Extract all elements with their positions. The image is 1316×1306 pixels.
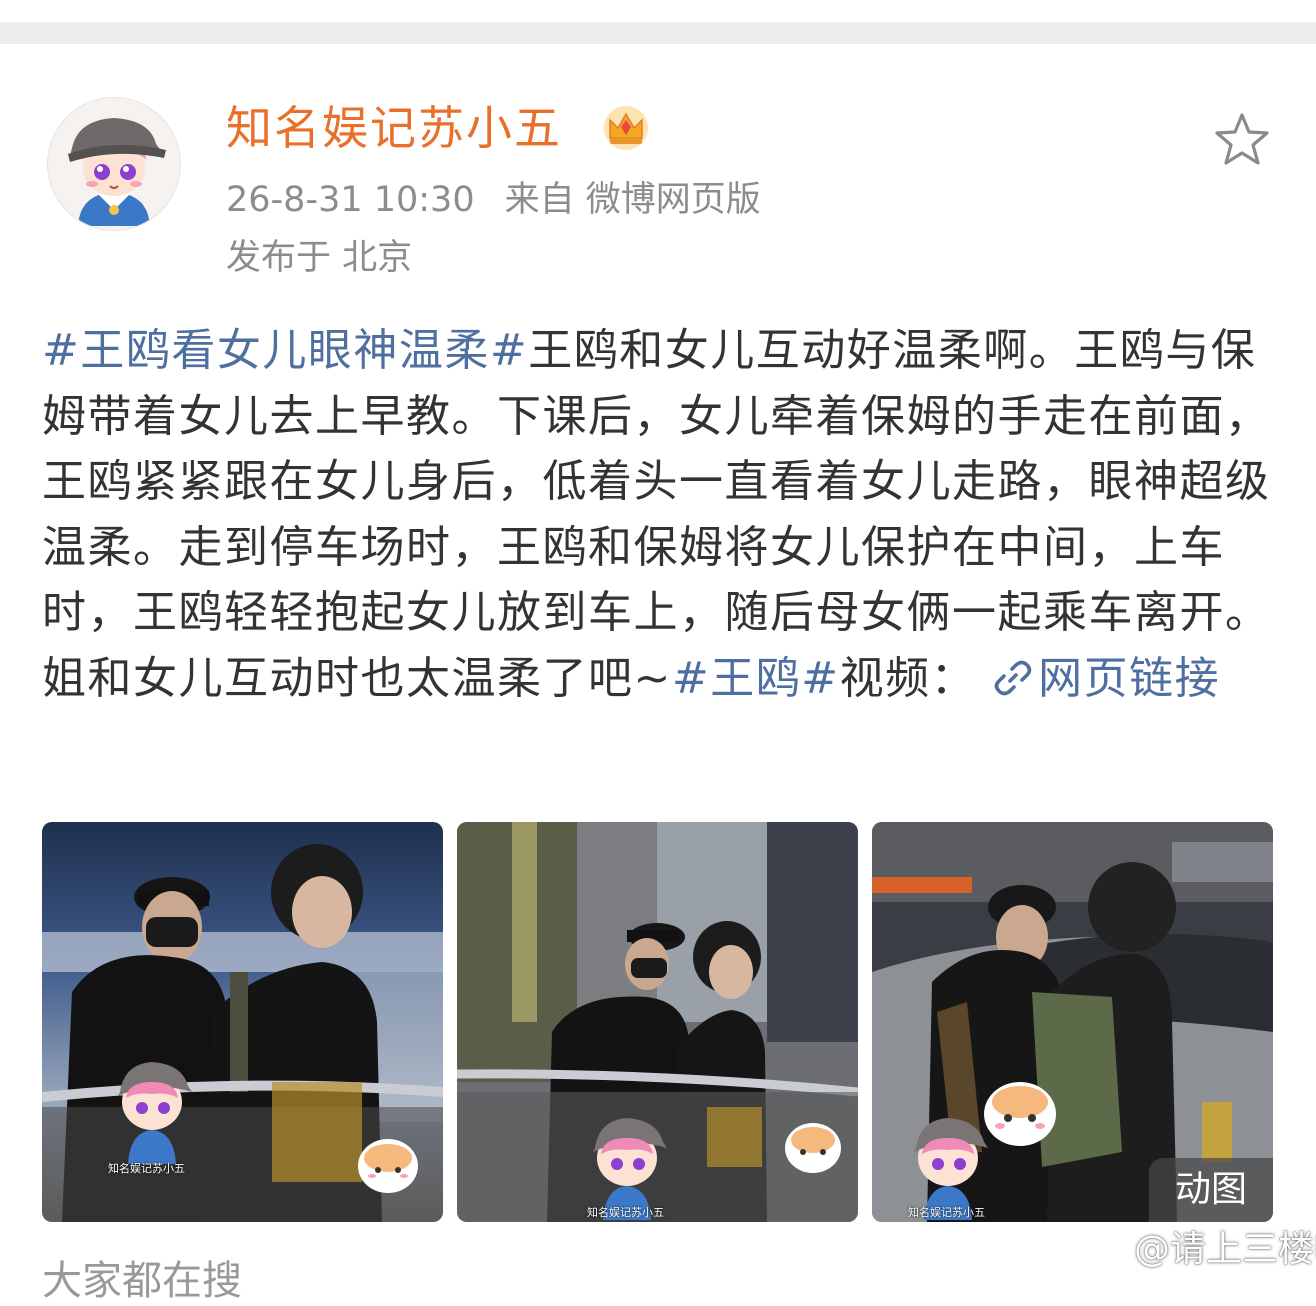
post-location: 发布于 北京	[226, 238, 413, 278]
post-body: #王鸥看女儿眼神温柔#王鸥和女儿互动好温柔啊。王鸥与保姆带着女儿去上早教。下课后…	[42, 318, 1274, 711]
photo-3-sticker-text: 知名娱记苏小五	[908, 1206, 985, 1219]
post-photo-2[interactable]: 知名娱记苏小五	[457, 822, 858, 1222]
crown-icon	[604, 106, 648, 150]
photo-1-sticker-text: 知名娱记苏小五	[108, 1162, 185, 1175]
photo-2-sticker-text: 知名娱记苏小五	[587, 1206, 664, 1219]
hashtag-wang-ou[interactable]: #王鸥#	[672, 653, 840, 704]
author-avatar[interactable]	[47, 97, 181, 231]
post-photo-1[interactable]: 知名娱记苏小五	[42, 822, 443, 1222]
star-icon[interactable]	[1212, 110, 1272, 170]
post-body-text: 王鸥和女儿互动好温柔啊。王鸥与保姆带着女儿去上早教。下课后，女儿牵着保姆的手走在…	[42, 325, 1271, 704]
post-timestamp: 26-8-31 10:30	[226, 180, 475, 220]
watermark-text: @请上三楼吧	[1134, 1229, 1316, 1270]
top-bar	[0, 0, 1316, 44]
author-name[interactable]: 知名娱记苏小五	[226, 100, 562, 156]
weibo-logo-icon	[1091, 1235, 1132, 1268]
post-photo-3[interactable]: 知名娱记苏小五 动图	[872, 822, 1273, 1222]
gif-badge: 动图	[1149, 1158, 1273, 1222]
link-icon	[994, 660, 1032, 695]
photo-2-image	[457, 822, 858, 1222]
video-label: 视频：	[839, 652, 977, 704]
post-source: 来自 微博网页版	[504, 180, 761, 220]
avatar-cartoon-icon	[48, 98, 180, 230]
web-link-label: 网页链接	[1038, 652, 1221, 704]
web-link[interactable]: 网页链接	[976, 653, 1220, 704]
hashtag-wang-ou-daughter[interactable]: #王鸥看女儿眼神温柔#	[42, 325, 528, 376]
top-divider-band	[0, 22, 1316, 44]
post-meta: 26-8-31 10:30 来自 微博网页版	[226, 178, 761, 222]
watermark: @请上三楼吧	[1090, 1228, 1316, 1272]
trending-search-heading: 大家都在搜	[42, 1258, 242, 1304]
photo-1-image	[42, 822, 443, 1222]
